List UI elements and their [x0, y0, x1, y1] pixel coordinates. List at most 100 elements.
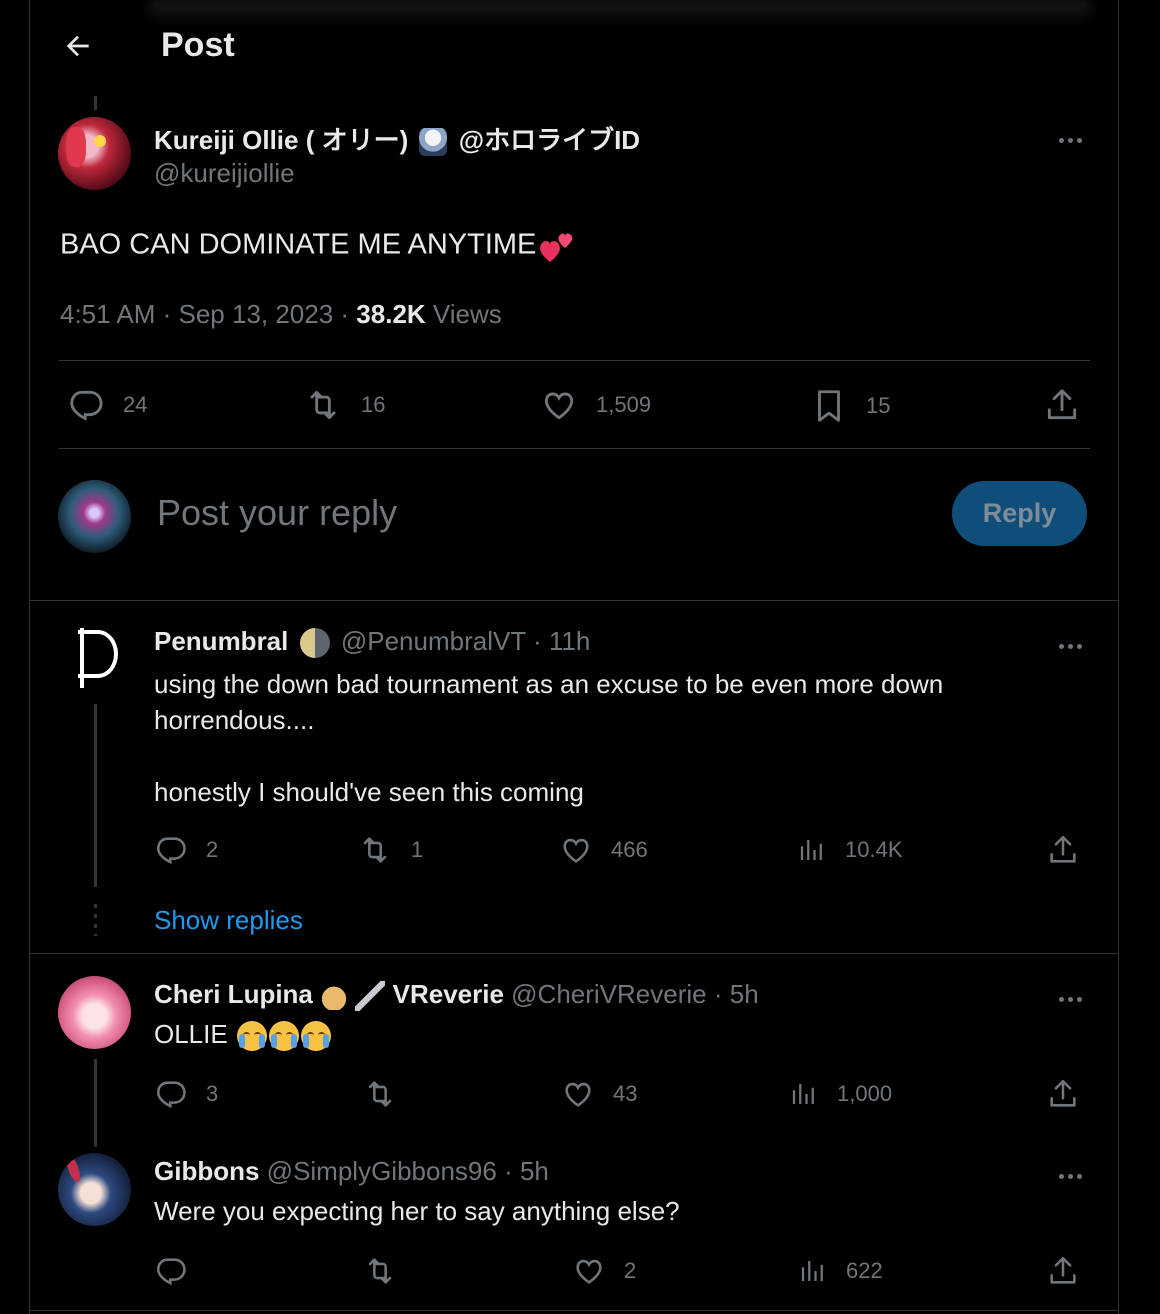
repost-count: 16 [361, 392, 386, 417]
author-handle[interactable]: @SimplyGibbons96 [267, 1156, 497, 1186]
badge-icon [419, 128, 448, 157]
thread-line [94, 704, 97, 887]
more-icon[interactable] [1059, 989, 1089, 1002]
reply-submit-button[interactable]: Reply [952, 481, 1087, 546]
reply-input[interactable]: Post your reply [157, 492, 397, 534]
reply-header: Cheri Lupina VReverie @CheriVReverie · 5… [154, 979, 759, 1012]
reply-text: OLLIE [154, 1019, 228, 1049]
bookmark-button[interactable]: 15 [810, 386, 890, 426]
divider [59, 448, 1090, 449]
reply-button[interactable]: 2 [154, 833, 218, 867]
avatar[interactable] [58, 976, 131, 1049]
reply-header: Penumbral @PenumbralVT · 11h [154, 626, 590, 659]
post-timestamp[interactable]: 4:51 AM · Sep 13, 2023 · [60, 299, 356, 329]
author-handle[interactable]: @CheriVReverie [511, 979, 706, 1009]
author-handle[interactable]: @PenumbralVT [341, 626, 526, 656]
money-bag-icon [320, 982, 349, 1011]
show-replies-link[interactable]: Show replies [154, 905, 303, 936]
like-button[interactable]: 43 [561, 1077, 637, 1111]
current-user-avatar[interactable] [58, 480, 131, 553]
repost-icon [368, 1258, 392, 1284]
analytics-icon [801, 1261, 823, 1281]
views-count: 38.2K [356, 299, 426, 329]
reply-icon [156, 837, 186, 865]
repost-button[interactable]: 1 [357, 833, 423, 867]
reply-count: 3 [206, 1081, 219, 1106]
avatar[interactable] [58, 620, 131, 693]
like-button[interactable]: 466 [559, 833, 648, 867]
crying-face-icon [300, 1021, 331, 1052]
reply-text: Were you expecting her to say anything e… [154, 1196, 680, 1226]
like-button[interactable]: 1,509 [540, 386, 651, 424]
repost-icon [310, 390, 336, 420]
more-icon[interactable] [1059, 1166, 1089, 1179]
avatar[interactable] [58, 1153, 131, 1226]
author-group[interactable]: VReverie [393, 979, 504, 1009]
avatar[interactable] [58, 117, 131, 190]
views-label: Views [425, 299, 502, 329]
views-button[interactable]: 1,000 [789, 1077, 892, 1111]
reply-time[interactable]: · 11h [526, 626, 590, 656]
thread-dots [94, 904, 97, 936]
bookmark-count: 15 [866, 393, 891, 418]
author-name[interactable]: Penumbral [154, 626, 288, 656]
reply-button[interactable] [154, 1254, 206, 1288]
repost-button[interactable]: 16 [303, 386, 385, 424]
repost-button[interactable] [362, 1254, 416, 1288]
views-button[interactable]: 10.4K [797, 833, 903, 867]
share-icon[interactable] [1046, 833, 1080, 867]
reply-time[interactable]: · 5h [497, 1156, 549, 1186]
reply-text: using the down bad tournament as an excu… [154, 666, 943, 810]
author-name[interactable]: Gibbons [154, 1156, 259, 1186]
divider [59, 360, 1090, 361]
post-meta: 4:51 AM · Sep 13, 2023 · 38.2K Views [60, 299, 502, 330]
like-button[interactable]: 2 [572, 1254, 636, 1288]
author-line: Kureiji Ollie ( オリー) @ホロライブID [154, 120, 640, 157]
heart-icon [565, 1082, 591, 1107]
author-name[interactable]: Kureiji Ollie ( オリー) [154, 125, 408, 155]
analytics-icon [792, 1084, 814, 1104]
thread-line [94, 96, 97, 110]
like-count: 2 [624, 1258, 637, 1283]
reply-count: 24 [123, 392, 148, 417]
repost-icon [368, 1081, 392, 1107]
author-name[interactable]: Cheri Lupina [154, 979, 313, 1009]
divider [30, 600, 1119, 601]
crying-face-icon [268, 1021, 299, 1052]
share-icon[interactable] [1046, 1077, 1080, 1111]
author-handle[interactable]: @kureijiollie [154, 158, 295, 189]
reply-text-line: horrendous.... [154, 705, 315, 735]
reply-header: Gibbons @SimplyGibbons96 · 5h [154, 1156, 549, 1187]
more-icon[interactable] [1059, 130, 1089, 143]
like-count: 466 [611, 837, 648, 862]
two-hearts-icon [540, 233, 573, 262]
reply-text-line: OLLIE [154, 1019, 331, 1052]
repost-count: 1 [411, 837, 424, 862]
crying-face-icon [236, 1021, 267, 1052]
views-button[interactable]: 622 [798, 1254, 883, 1288]
share-icon[interactable] [1043, 386, 1081, 424]
heart-icon [563, 838, 589, 863]
divider [30, 953, 1119, 954]
like-count: 43 [613, 1081, 638, 1106]
thread-line [94, 1059, 97, 1147]
bookmark-icon [818, 390, 840, 422]
repost-icon [363, 837, 387, 863]
page-title: Post [161, 26, 235, 64]
reply-text-line: using the down bad tournament as an excu… [154, 669, 944, 699]
repost-button[interactable] [362, 1077, 416, 1111]
reply-time[interactable]: · 5h [707, 979, 759, 1009]
views-count: 622 [846, 1258, 883, 1283]
reply-button[interactable]: 24 [67, 386, 147, 424]
reply-text-line: honestly I should've seen this coming [154, 777, 584, 807]
divider [30, 1310, 1119, 1311]
views-count: 1,000 [837, 1081, 893, 1106]
back-arrow-icon[interactable] [62, 30, 94, 62]
author-affiliation[interactable]: @ホロライブID [459, 125, 640, 155]
reply-button[interactable]: 3 [154, 1077, 218, 1111]
post-text-line: BAO CAN DOMINATE ME ANYTIME [60, 228, 576, 264]
top-shadow [150, 0, 1090, 22]
share-icon[interactable] [1046, 1254, 1080, 1288]
moon-icon [299, 628, 330, 659]
more-icon[interactable] [1059, 636, 1089, 649]
